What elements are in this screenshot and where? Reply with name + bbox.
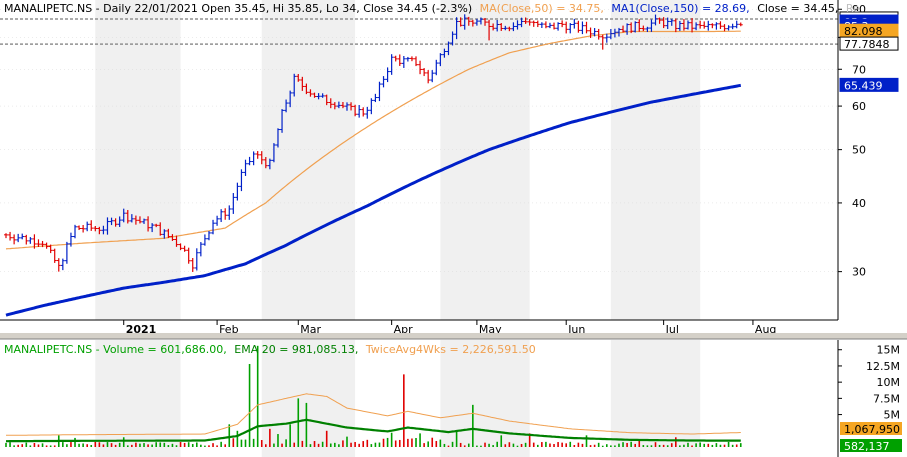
month-shade [95, 0, 181, 320]
price-header-prefix: MANALIPETC.NS - Daily 22/01/2021 Open 35… [4, 2, 472, 15]
volume-panel: 15M 12.5M 10M 7.5M 5M 1,067,950 582,137 MANAL… [4, 340, 902, 457]
volume-tick-label: 5M [884, 409, 901, 422]
price-tag-label: 65.439 [844, 79, 883, 92]
header-tail: Re [846, 2, 860, 15]
price-tick-label: 40 [852, 197, 866, 210]
month-shade [440, 0, 530, 320]
month-shade [610, 0, 701, 320]
price-tick-label: 70 [852, 63, 866, 76]
price-panel: 30405060708090 86.415285.385.382.09877.7… [0, 0, 899, 336]
price-chart-header: MANALIPETC.NS - Daily 22/01/2021 Open 35… [4, 2, 860, 15]
volume-tick-label: 12.5M [866, 360, 900, 373]
price-tick-label: 50 [852, 144, 866, 157]
price-tag-label: 82.098 [844, 25, 883, 38]
close-legend: Close = 34.45, [757, 2, 838, 15]
price-tick-label: 30 [852, 266, 866, 279]
panel-divider[interactable] [0, 333, 907, 339]
volume-header-prefix: MANALIPETC.NS - Volume = 601,686.00, [4, 343, 227, 356]
ema-legend: EMA 20 = 981,085.13, [234, 343, 358, 356]
twice-avg-legend: TwiceAvg4Wks = 2,226,591.50 [365, 343, 536, 356]
stock-chart: 30405060708090 86.415285.385.382.09877.7… [0, 0, 907, 457]
volume-month-shade [261, 340, 356, 457]
month-shade [261, 0, 356, 320]
volume-tag-label: 1,067,950 [844, 423, 900, 436]
volume-month-shade [440, 340, 530, 457]
volume-month-shade [95, 340, 181, 457]
volume-axis-tags: 1,067,950 582,137 [840, 422, 902, 453]
price-tag-label: 77.7848 [844, 38, 890, 51]
ma50-legend: MA(Close,50) = 34.75, [480, 2, 604, 15]
ma150-legend: MA1(Close,150) = 28.69, [611, 2, 749, 15]
price-axis-tags: 86.415285.385.382.09877.784865.439 [839, 11, 899, 92]
volume-tick-label: 10M [877, 376, 901, 389]
price-tick-label: 60 [852, 100, 866, 113]
volume-chart-header: MANALIPETC.NS - Volume = 601,686.00, EMA… [4, 343, 536, 356]
volume-tag-label: 582,137 [844, 440, 890, 453]
volume-tick-label: 15M [877, 344, 901, 357]
volume-y-axis: 15M 12.5M 10M 7.5M 5M [838, 344, 900, 422]
volume-tick-label: 7.5M [873, 392, 900, 405]
